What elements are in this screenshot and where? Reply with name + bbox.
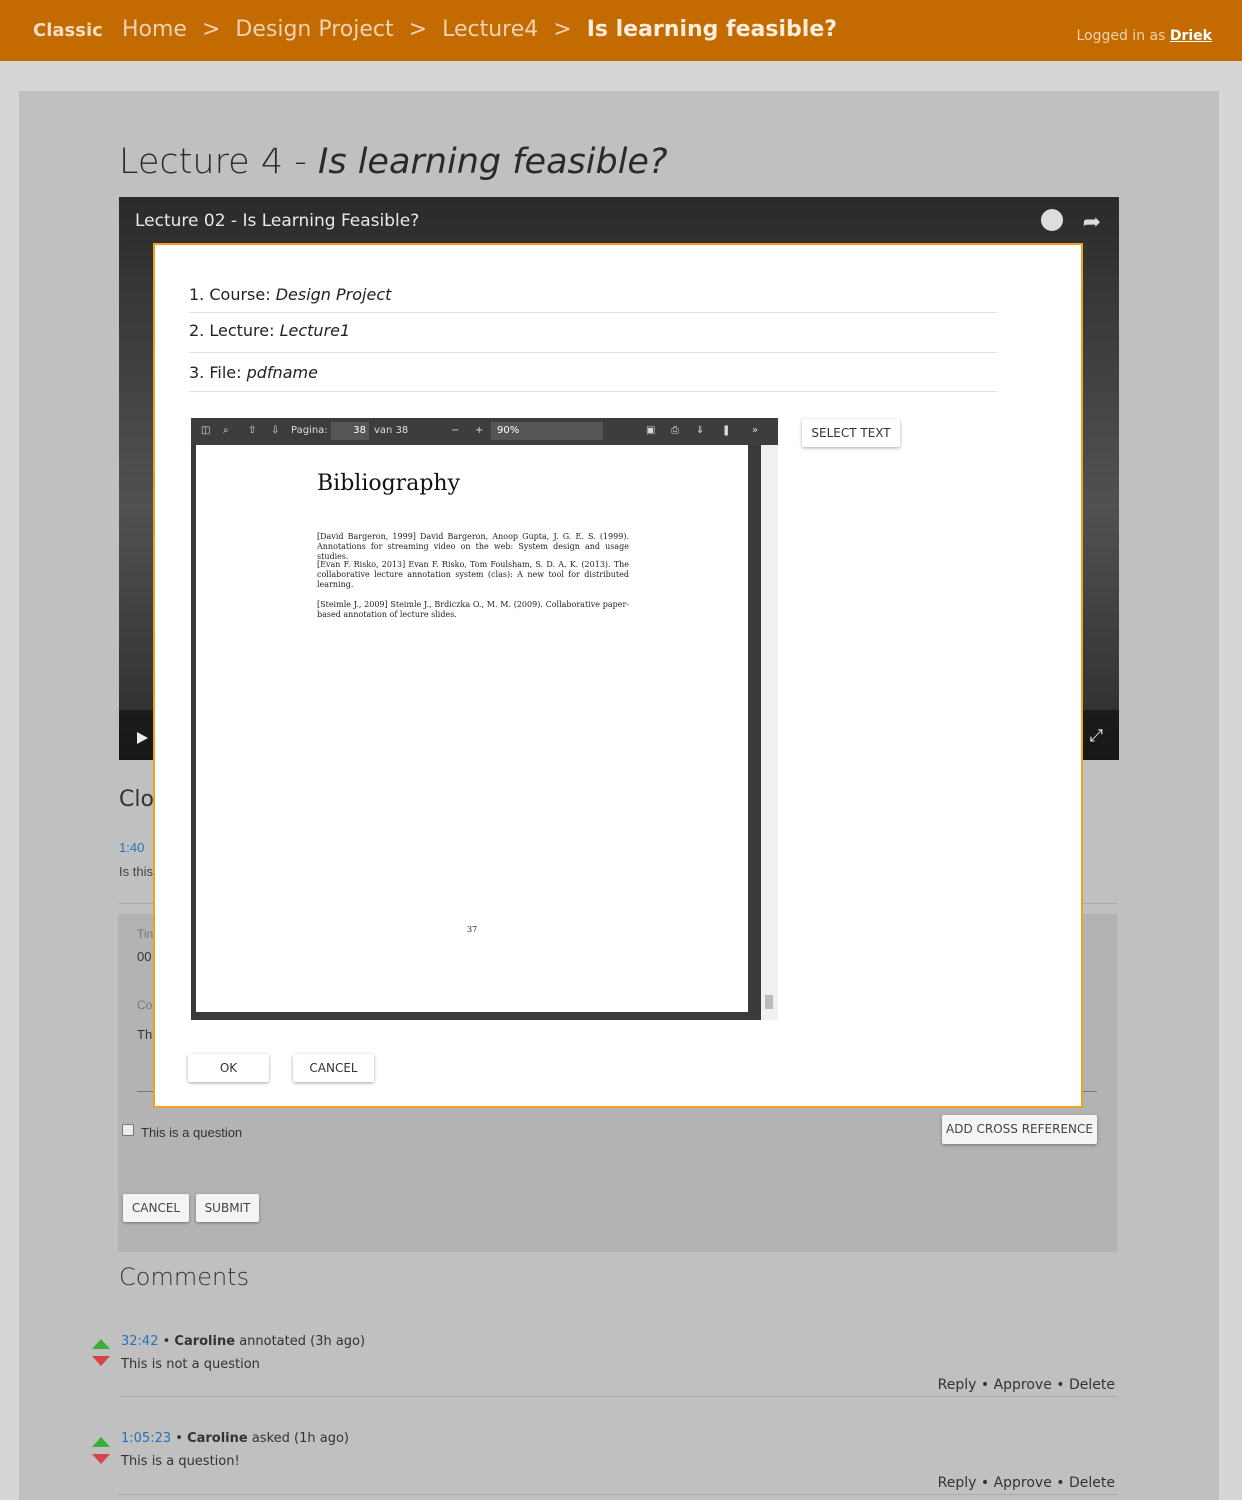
file-value[interactable]: pdfname — [247, 363, 318, 382]
previous-page-icon[interactable]: ⇧ — [248, 425, 256, 436]
page-title-main: Lecture 4 - — [119, 142, 307, 182]
comment-timestamp-link[interactable]: 32:42 — [121, 1334, 158, 1349]
print-icon[interactable]: ⎙ — [671, 425, 679, 436]
breadcrumb: Home > Design Project > Lecture4 > Is le… — [122, 17, 845, 42]
pdf-viewer[interactable]: ◫ ⌕ ⇧ ⇩ Pagina: 38 van 38 − + 90% ▣ ⎙ ⇓ … — [191, 418, 778, 1020]
breadcrumb-separator: > — [553, 17, 572, 42]
course-row: 1. Course: Design Project — [189, 285, 391, 304]
lecture-label: 2. Lecture: — [189, 321, 275, 340]
time-field[interactable]: 00 — [137, 949, 151, 964]
divider — [189, 352, 997, 353]
cross-reference-dialog: 1. Course: Design Project 2. Lecture: Le… — [153, 243, 1083, 1108]
next-page-icon[interactable]: ⇩ — [271, 425, 279, 436]
page-number-input[interactable]: 38 — [331, 422, 369, 440]
lecture-row: 2. Lecture: Lecture1 — [189, 321, 350, 340]
share-icon[interactable]: ➦ — [1083, 209, 1101, 235]
scrollbar-thumb[interactable] — [765, 995, 773, 1009]
fullscreen-icon[interactable]: ⤢ — [1089, 726, 1103, 746]
downvote-icon[interactable] — [92, 1356, 110, 1366]
comment-action: asked (1h ago) — [251, 1431, 349, 1446]
login-status: Logged in as Driek — [1076, 28, 1212, 44]
question-checkbox[interactable] — [122, 1124, 134, 1136]
zoom-select[interactable]: 90% — [491, 422, 603, 440]
upvote-icon[interactable] — [92, 1339, 110, 1349]
comment-actions: Reply • Approve • Delete — [937, 1475, 1115, 1491]
breadcrumb-course[interactable]: Design Project — [235, 17, 393, 42]
divider — [189, 391, 997, 392]
comment-timestamp-link[interactable]: 1:05:23 — [121, 1431, 171, 1446]
comment-text: This is a question! — [121, 1454, 240, 1469]
breadcrumb-lecture[interactable]: Lecture4 — [442, 17, 538, 42]
comment-text: This is not a question — [121, 1357, 260, 1372]
pdf-heading: Bibliography — [317, 471, 460, 496]
course-label: 1. Course: — [189, 285, 271, 304]
reply-link[interactable]: Reply — [938, 1475, 977, 1491]
page-total: van 38 — [374, 425, 409, 436]
annotation-text: Is this — [119, 864, 153, 879]
brand-logo[interactable]: Classic — [33, 20, 103, 41]
add-cross-reference-button[interactable]: ADD CROSS REFERENCE — [942, 1115, 1097, 1144]
comment-divider — [119, 1494, 1117, 1495]
top-navigation-bar: Classic Home > Design Project > Lecture4… — [0, 0, 1242, 61]
file-label: 3. File: — [189, 363, 242, 382]
pdf-scrollbar[interactable] — [761, 445, 778, 1020]
approve-link[interactable]: Approve — [994, 1377, 1052, 1393]
upvote-icon[interactable] — [92, 1437, 110, 1447]
comment-author: Caroline — [187, 1431, 248, 1446]
open-file-icon[interactable]: ▣ — [646, 425, 655, 436]
page-title-italic: Is learning feasible? — [318, 142, 668, 182]
divider — [189, 312, 997, 313]
breadcrumb-current: Is learning feasible? — [586, 17, 838, 42]
ok-button[interactable]: OK — [188, 1054, 269, 1082]
download-icon[interactable]: ⇓ — [696, 425, 704, 436]
delete-link[interactable]: Delete — [1069, 1475, 1115, 1491]
lecture-value[interactable]: Lecture1 — [280, 321, 351, 340]
login-prefix: Logged in as — [1076, 28, 1166, 44]
breadcrumb-separator: > — [201, 17, 221, 42]
timestamp-link[interactable]: 1:40 — [119, 840, 144, 855]
file-row: 3. File: pdfname — [189, 363, 318, 382]
bibliography-entry: [Steimle J., 2009] Steimle J., Brdiczka … — [317, 600, 629, 619]
search-icon[interactable]: ⌕ — [223, 425, 229, 436]
comment-actions: Reply • Approve • Delete — [937, 1377, 1115, 1393]
zoom-out-icon[interactable]: − — [451, 425, 459, 436]
question-checkbox-label[interactable]: This is a question — [141, 1125, 242, 1140]
course-value[interactable]: Design Project — [276, 285, 392, 304]
comment-meta: 1:05:23 • Caroline asked (1h ago) — [121, 1431, 349, 1446]
delete-link[interactable]: Delete — [1069, 1377, 1115, 1393]
breadcrumb-home[interactable]: Home — [122, 17, 187, 42]
pdf-page[interactable]: Bibliography [David Bargeron, 1999] Davi… — [196, 445, 748, 1012]
zoom-in-icon[interactable]: + — [475, 425, 483, 436]
play-icon[interactable] — [137, 732, 148, 744]
reply-link[interactable]: Reply — [938, 1377, 977, 1393]
comment-author: Caroline — [174, 1334, 236, 1349]
form-submit-button[interactable]: SUBMIT — [196, 1194, 259, 1222]
cancel-button[interactable]: CANCEL — [293, 1054, 374, 1082]
pdf-page-area: Bibliography [David Bargeron, 1999] Davi… — [191, 445, 761, 1020]
comment-field-label: Co — [137, 998, 153, 1012]
time-field-label: Tin — [137, 927, 154, 941]
comment-meta: 32:42 • Caroline annotated (3h ago) — [121, 1334, 366, 1349]
breadcrumb-separator: > — [408, 17, 428, 42]
more-tools-icon[interactable]: » — [752, 425, 758, 436]
bookmark-icon[interactable]: ❚ — [722, 425, 730, 436]
pdf-page-number: 37 — [467, 925, 478, 934]
pdf-toolbar: ◫ ⌕ ⇧ ⇩ Pagina: 38 van 38 − + 90% ▣ ⎙ ⇓ … — [191, 418, 778, 445]
sidebar-toggle-icon[interactable]: ◫ — [201, 425, 210, 436]
comment-field[interactable]: Th — [137, 1027, 152, 1042]
comment-divider — [119, 1396, 1117, 1397]
watch-later-icon[interactable] — [1041, 209, 1063, 231]
form-cancel-button[interactable]: CANCEL — [123, 1194, 189, 1222]
video-title[interactable]: Lecture 02 - Is Learning Feasible? — [135, 211, 419, 231]
page-label: Pagina: — [291, 425, 328, 436]
downvote-icon[interactable] — [92, 1454, 110, 1464]
approve-link[interactable]: Approve — [994, 1475, 1052, 1491]
bibliography-entry: [David Bargeron, 1999] David Bargeron, A… — [317, 532, 629, 561]
comments-heading: Comments — [119, 1263, 250, 1291]
page-title: Lecture 4 - Is learning feasible? — [119, 142, 668, 182]
comment-action: annotated (3h ago) — [239, 1334, 366, 1349]
user-link[interactable]: Driek — [1170, 28, 1212, 44]
select-text-button[interactable]: SELECT TEXT — [802, 419, 900, 447]
bibliography-entry: [Evan F. Risko, 2013] Evan F. Risko, Tom… — [317, 560, 629, 589]
